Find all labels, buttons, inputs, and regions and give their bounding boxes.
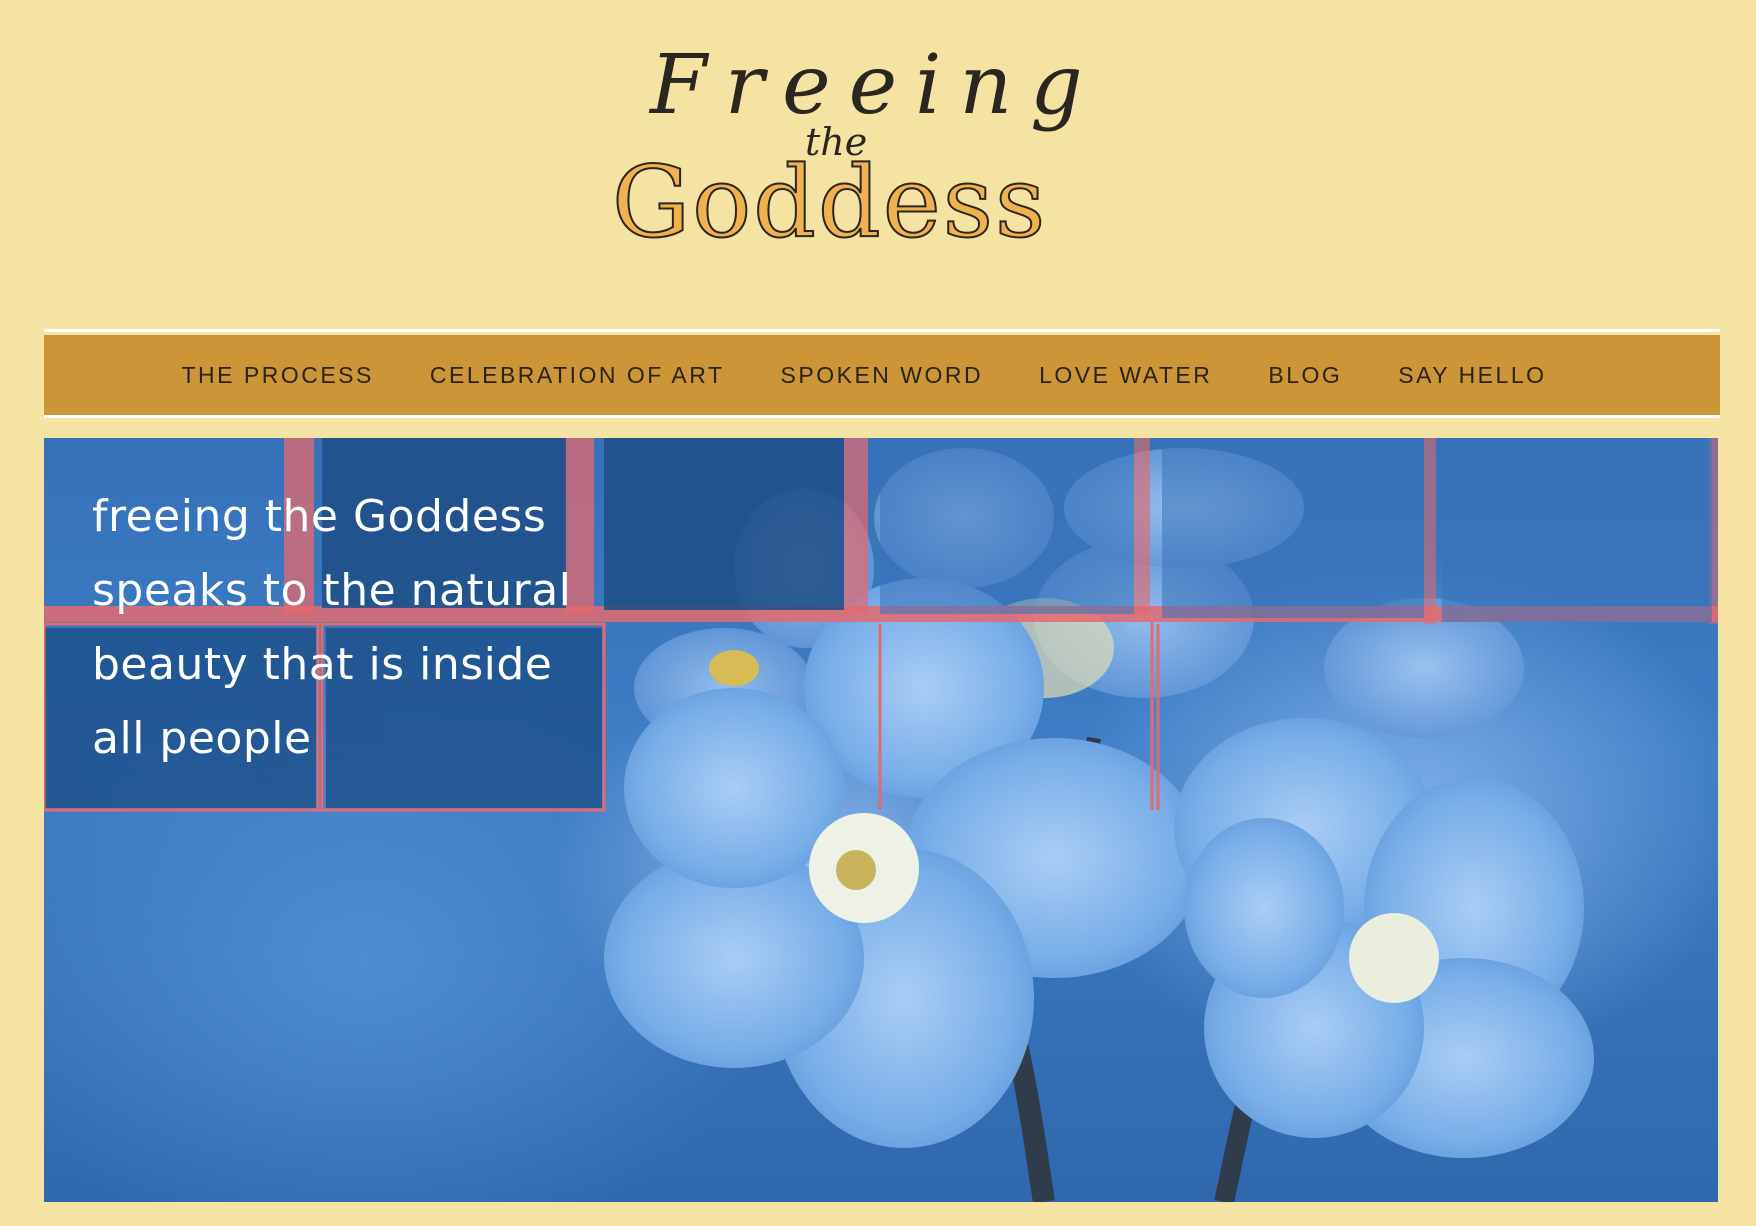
hero-tagline-line-2: speaks to the natural xyxy=(92,565,572,616)
main-nav: THE PROCESS CELEBRATION OF ART SPOKEN WO… xyxy=(44,335,1720,415)
nav-item-blog[interactable]: BLOG xyxy=(1268,362,1342,389)
logo-line-freeing: Freeing xyxy=(650,38,1101,133)
nav-bottom-rule xyxy=(44,415,1720,418)
site-logo[interactable]: Freeing the Goddess xyxy=(600,38,1083,261)
hero-tagline: freeing the Goddess speaks to the natura… xyxy=(92,480,572,776)
nav-top-rule xyxy=(44,329,1720,332)
hero-tagline-line-3: beauty that is inside xyxy=(92,639,553,690)
logo-line-goddess: Goddess xyxy=(611,145,1048,261)
hero-tagline-line-1: freeing the Goddess xyxy=(92,491,547,542)
hero-tagline-line-4: all people xyxy=(92,713,312,764)
nav-item-spoken-word[interactable]: SPOKEN WORD xyxy=(781,362,984,389)
hero-banner: freeing the Goddess speaks to the natura… xyxy=(44,438,1718,1202)
nav-item-love-water[interactable]: LOVE WATER xyxy=(1039,362,1212,389)
nav-item-say-hello[interactable]: SAY HELLO xyxy=(1398,362,1546,389)
nav-item-the-process[interactable]: THE PROCESS xyxy=(182,362,374,389)
nav-item-celebration-of-art[interactable]: CELEBRATION OF ART xyxy=(430,362,725,389)
